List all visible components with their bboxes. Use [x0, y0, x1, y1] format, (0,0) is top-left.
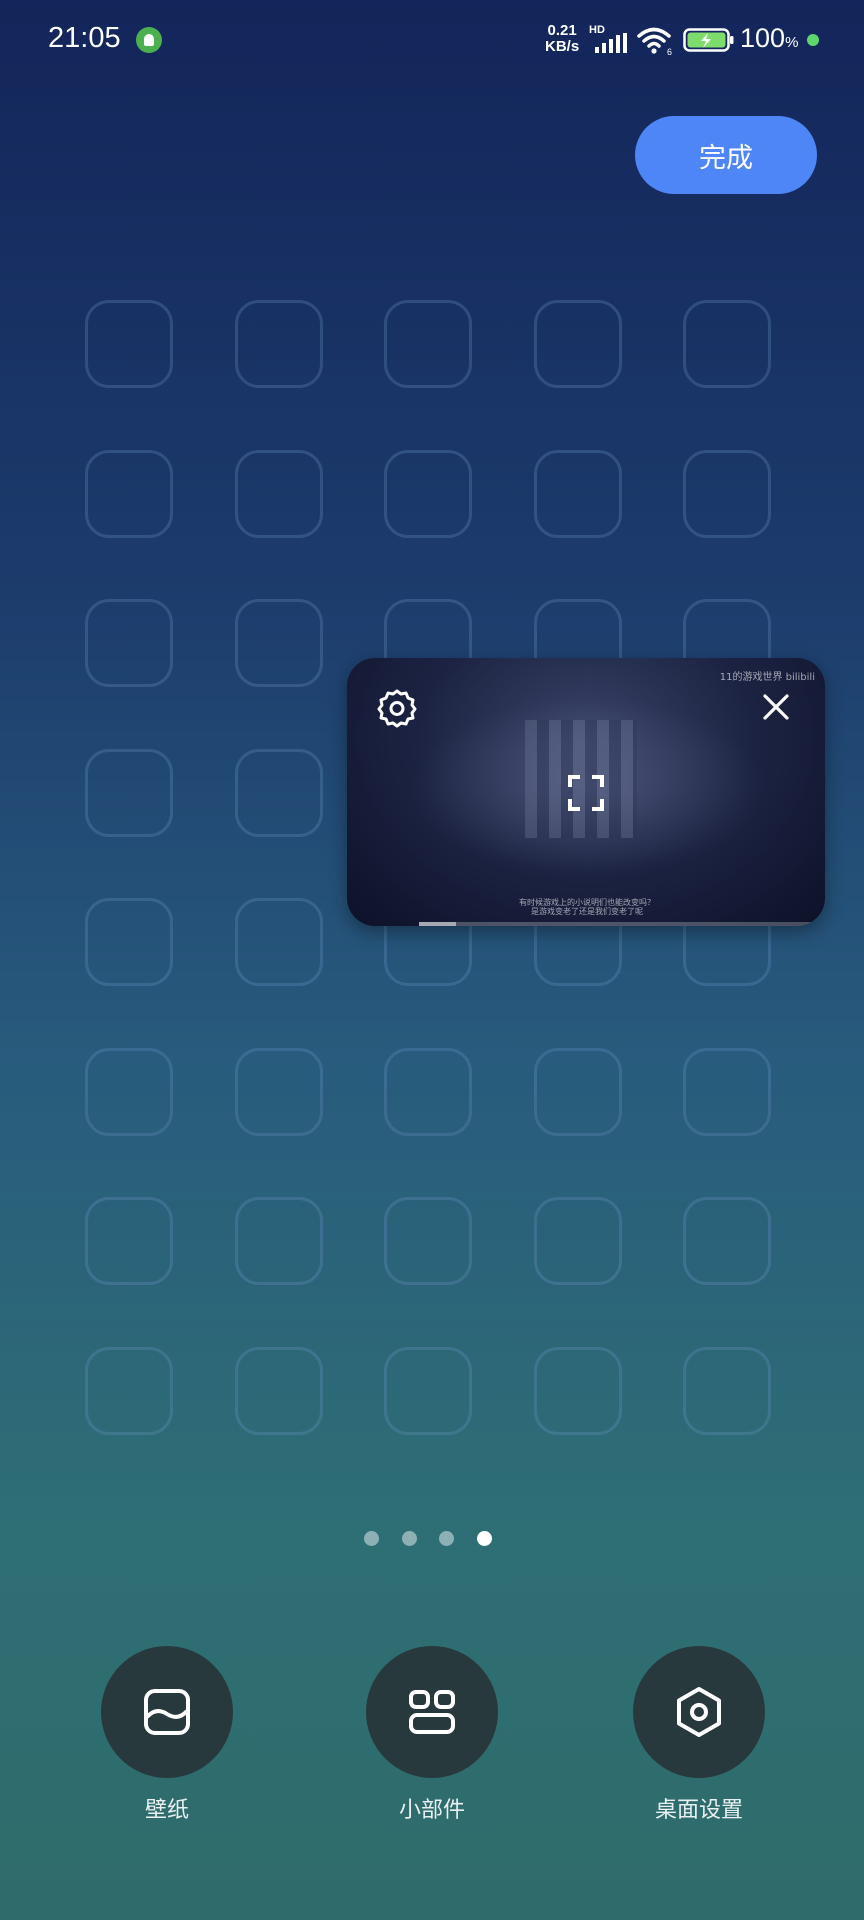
empty-icon-slot: [533, 1197, 622, 1285]
empty-icon-slot: [234, 1197, 323, 1285]
wifi-icon: 6: [637, 27, 672, 56]
empty-icon-slot: [85, 1197, 173, 1285]
widgets-label: 小部件: [398, 1798, 465, 1823]
empty-icon-slot: [85, 449, 173, 538]
empty-icon-slot: [234, 599, 323, 687]
desktop-settings-action[interactable]: 桌面设置: [632, 1646, 766, 1824]
empty-icon-slot: [234, 1346, 323, 1435]
empty-icon-slot: [85, 898, 173, 986]
empty-icon-slot: [384, 1047, 472, 1136]
widgets-button[interactable]: [366, 1646, 498, 1778]
network-speed: 0.21 KB/s: [545, 23, 579, 55]
widgets-icon: [409, 1690, 455, 1734]
empty-icon-slot: [85, 1346, 173, 1435]
status-time: 21:05: [48, 22, 121, 54]
page-dot[interactable]: [364, 1531, 379, 1546]
page-indicator: [364, 1531, 504, 1547]
empty-icon-slot: [683, 1047, 771, 1136]
video-progress-fill: [419, 922, 456, 926]
page-dot[interactable]: [439, 1531, 454, 1546]
subtitle-line-2: 是游戏变老了还是我们变老了呢: [531, 907, 643, 916]
privacy-indicator-dot: [807, 34, 819, 46]
done-button[interactable]: 完成: [635, 116, 817, 194]
signal-icon: [595, 33, 627, 53]
battery-icon: [683, 28, 734, 52]
network-speed-unit: KB/s: [545, 38, 580, 55]
desktop-settings-icon: [677, 1687, 721, 1737]
empty-icon-slot: [683, 1346, 771, 1435]
gear-icon[interactable]: [377, 688, 417, 728]
empty-icon-slot: [384, 1346, 472, 1435]
network-speed-value: 0.21: [547, 22, 577, 39]
page-dot[interactable]: [401, 1531, 417, 1546]
empty-icon-slot: [384, 300, 472, 388]
empty-icon-slot: [85, 1047, 173, 1136]
empty-icon-slot: [234, 748, 323, 837]
empty-icon-slot: [234, 1047, 323, 1136]
wifi-badge: 6: [667, 47, 672, 56]
video-subtitle: 有时候游戏上的小说明们也能改变吗？ 是游戏变老了还是我们变老了呢: [467, 898, 707, 916]
wallpaper-icon: [144, 1689, 190, 1735]
empty-icon-slot: [85, 300, 173, 388]
empty-icon-slot: [533, 300, 622, 388]
empty-icon-slot: [683, 1197, 771, 1285]
empty-icon-slot: [234, 300, 323, 388]
empty-icon-slot: [683, 449, 771, 538]
widgets-action[interactable]: 小部件: [365, 1646, 499, 1824]
status-bar: 21:05 0.21 KB/s HD 6 100%: [0, 0, 864, 80]
wallpaper-button[interactable]: [101, 1646, 233, 1778]
empty-icon-slot: [683, 300, 771, 388]
battery-value: 100: [740, 23, 786, 53]
empty-icon-slot: [384, 449, 472, 538]
video-watermark: 11的游戏世界 bilibili: [719, 672, 815, 683]
desktop-settings-label: 桌面设置: [654, 1798, 743, 1823]
floating-video-window[interactable]: 11的游戏世界 bilibili 有时候游戏上的小说明们也能改变吗？ 是游戏变老…: [347, 658, 825, 926]
wallpaper-action[interactable]: 壁纸: [100, 1646, 234, 1824]
battery-unit: %: [785, 34, 799, 51]
empty-icon-slot: [384, 1197, 472, 1285]
desktop-settings-button[interactable]: [633, 1646, 765, 1778]
close-icon[interactable]: [759, 690, 793, 724]
empty-icon-slot: [533, 449, 622, 538]
empty-icon-slot: [234, 898, 323, 986]
battery-percent: 100%: [740, 23, 798, 54]
empty-icon-slot: [85, 599, 173, 687]
wallpaper-label: 壁纸: [144, 1798, 189, 1823]
empty-icon-slot: [234, 449, 323, 538]
fullscreen-icon[interactable]: [567, 774, 605, 812]
subtitle-line-1: 有时候游戏上的小说明们也能改变吗？: [519, 898, 655, 907]
video-progress-track[interactable]: [419, 922, 825, 926]
android-icon: [136, 27, 162, 53]
page-dot[interactable]: [476, 1531, 492, 1546]
empty-icon-slot: [85, 748, 173, 837]
empty-icon-slot: [533, 1346, 622, 1435]
empty-icon-slot: [533, 1047, 622, 1136]
